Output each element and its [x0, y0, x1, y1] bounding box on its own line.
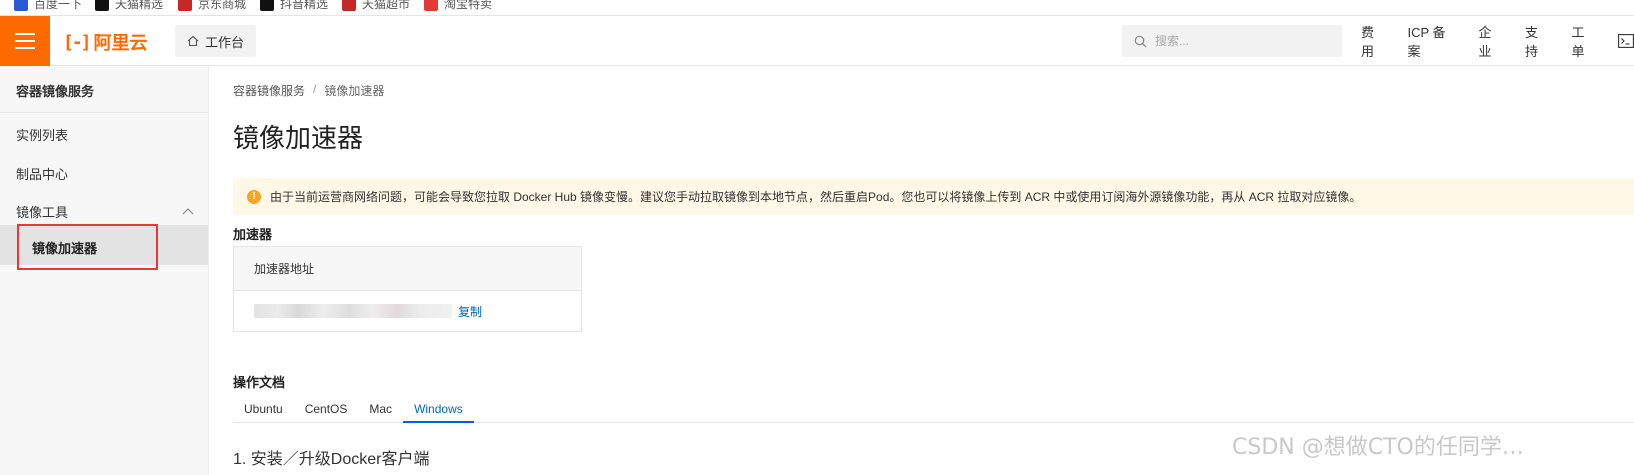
bookmark-item[interactable]: 天猫超市 — [342, 0, 410, 12]
bookmark-favicon — [424, 0, 438, 11]
terminal-icon — [1618, 34, 1634, 48]
page-title: 镜像加速器 — [233, 123, 364, 153]
breadcrumb-current: 镜像加速器 — [324, 84, 385, 98]
sidebar-item-instances[interactable]: 实例列表 — [16, 125, 68, 144]
annotation-highlight-box — [17, 224, 158, 270]
terminal-button[interactable] — [1618, 34, 1634, 48]
sidebar: 容器镜像服务 实例列表 制品中心 镜像工具 镜像加速器 — [0, 66, 209, 475]
warning-icon: ! — [247, 189, 261, 204]
nav-enterprise[interactable]: 企业 — [1479, 22, 1504, 60]
chevron-up-icon — [182, 208, 194, 215]
nav-ticket[interactable]: 工单 — [1571, 22, 1596, 60]
menu-button[interactable] — [0, 16, 50, 66]
top-nav: 费用 ICP 备案 企业 支持 工单 — [1361, 16, 1634, 66]
bookmark-favicon — [342, 0, 356, 11]
sidebar-group-label: 镜像工具 — [16, 205, 69, 220]
top-bar: [-] 阿里云 工作台 费用 ICP 备案 企业 支持 工单 — [0, 16, 1634, 66]
bookmark-label: 淘宝特卖 — [444, 0, 493, 11]
aliyun-logo[interactable]: [-] 阿里云 — [63, 29, 148, 55]
sidebar-group-image-tools[interactable]: 镜像工具 — [0, 198, 208, 222]
accelerator-section-title: 加速器 — [233, 227, 273, 242]
breadcrumb-link[interactable]: 容器镜像服务 — [233, 82, 305, 99]
workbench-label: 工作台 — [205, 34, 245, 50]
watermark: CSDN @想做CTO的任同学… — [1232, 435, 1524, 460]
tab-ubuntu[interactable]: Ubuntu — [233, 399, 294, 423]
accelerator-table: 加速器地址 复制 — [233, 246, 582, 332]
breadcrumb: 容器镜像服务 / 镜像加速器 — [233, 82, 384, 99]
nav-billing[interactable]: 费用 — [1361, 22, 1386, 60]
sidebar-item-artifacts[interactable]: 制品中心 — [16, 164, 68, 183]
search-box[interactable] — [1122, 25, 1342, 57]
accelerator-row: 复制 — [234, 291, 581, 331]
aliyun-logo-icon: [-] — [63, 31, 91, 53]
tab-mac[interactable]: Mac — [358, 399, 403, 423]
nav-icp[interactable]: ICP 备案 — [1407, 22, 1457, 60]
alert-text: 由于当前运营商网络问题，可能会导致您拉取 Docker Hub 镜像变慢。建议您… — [270, 190, 1362, 204]
docs-section-title: 操作文档 — [233, 375, 286, 390]
tab-windows[interactable]: Windows — [403, 399, 474, 423]
step-heading: 1. 安装／升级Docker客户端 — [233, 451, 430, 468]
bookmarks-bar: 百度一下 天猫精选 京东商城 抖音精选 天猫超市 淘宝特卖 — [0, 0, 1634, 16]
sidebar-divider — [0, 112, 208, 113]
home-icon — [187, 35, 199, 47]
bookmark-item[interactable]: 天猫精选 — [95, 0, 163, 12]
bookmark-label: 天猫超市 — [362, 0, 411, 11]
bookmark-label: 京东商城 — [198, 0, 247, 11]
bookmark-favicon — [178, 0, 192, 11]
bookmark-label: 抖音精选 — [280, 0, 329, 11]
copy-link[interactable]: 复制 — [458, 303, 482, 320]
bookmark-favicon — [14, 0, 28, 11]
bookmark-label: 天猫精选 — [115, 0, 164, 11]
sidebar-title: 容器镜像服务 — [16, 84, 95, 99]
menu-icon-line — [15, 47, 35, 49]
search-icon — [1134, 35, 1147, 47]
bookmark-item[interactable]: 抖音精选 — [260, 0, 328, 12]
bookmark-item[interactable]: 百度一下 — [14, 0, 82, 12]
menu-icon-line — [15, 40, 35, 42]
bookmark-label: 百度一下 — [34, 0, 83, 11]
menu-icon-line — [15, 33, 35, 35]
bookmark-item[interactable]: 淘宝特卖 — [424, 0, 492, 12]
search-input[interactable] — [1155, 34, 1325, 48]
tab-centos[interactable]: CentOS — [294, 399, 359, 423]
main-content: 容器镜像服务 / 镜像加速器 镜像加速器 ! 由于当前运营商网络问题，可能会导致… — [209, 66, 1634, 475]
bookmark-favicon — [95, 0, 109, 11]
breadcrumb-separator: / — [313, 82, 317, 96]
nav-support[interactable]: 支持 — [1525, 22, 1550, 60]
logo-text: 阿里云 — [93, 33, 148, 53]
os-tabs: Ubuntu CentOS Mac Windows — [233, 399, 1634, 423]
warning-alert: ! 由于当前运营商网络问题，可能会导致您拉取 Docker Hub 镜像变慢。建… — [233, 178, 1634, 215]
bookmark-favicon — [260, 0, 274, 11]
bookmark-item[interactable]: 京东商城 — [178, 0, 246, 12]
accelerator-table-header: 加速器地址 — [234, 247, 581, 291]
redacted-accelerator-url — [254, 304, 452, 318]
workbench-button[interactable]: 工作台 — [175, 25, 257, 57]
